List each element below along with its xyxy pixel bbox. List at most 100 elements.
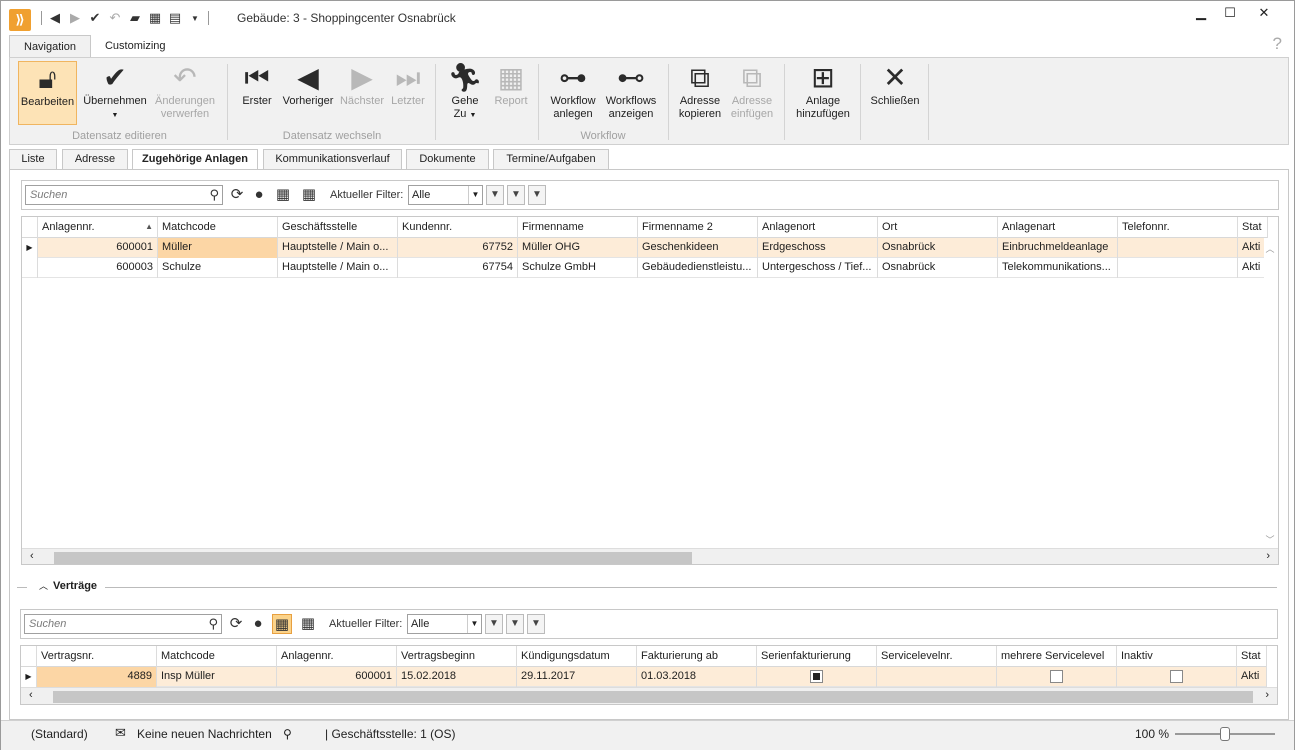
cell-anlagenort[interactable]: Untergeschoss / Tief... <box>758 258 878 278</box>
filter-clear-icon[interactable]: ▼ <box>527 614 545 634</box>
col-inaktiv[interactable]: Inaktiv <box>1117 646 1237 667</box>
edit-button[interactable]: 🔓︎ Bearbeiten <box>18 61 77 125</box>
report-button[interactable]: ▦ Report <box>490 61 532 125</box>
scroll-right-icon[interactable]: › <box>1266 550 1270 562</box>
scroll-left-icon[interactable]: ‹ <box>30 550 34 562</box>
discard-changes-button[interactable]: ↶ Änderungen verwerfen <box>152 61 218 125</box>
col-anlagennr[interactable]: Anlagennr. ▲ <box>38 217 158 238</box>
cell-matchcode[interactable]: Insp Müller <box>157 667 277 687</box>
help-icon[interactable]: ? <box>1273 34 1282 54</box>
first-button[interactable]: ⏮︎ Erster <box>236 61 278 125</box>
apply-button[interactable]: ✔ Übernehmen ▼ <box>80 61 150 125</box>
cell-anlagenart[interactable]: Einbruchmeldeanlage <box>998 238 1118 258</box>
building-icon[interactable]: ▦ <box>298 614 318 634</box>
cell-anlagennr[interactable]: 600001 <box>38 238 158 258</box>
tab-zugehoerige-anlagen[interactable]: Zugehörige Anlagen <box>132 149 258 170</box>
cell-firmenname-2[interactable]: Geschenkideen <box>638 238 758 258</box>
close-window-button[interactable]: ✕ <box>1249 5 1279 21</box>
tab-customizing[interactable]: Customizing <box>91 35 180 57</box>
filter-edit-icon[interactable]: ▼ <box>506 614 524 634</box>
refresh-icon[interactable]: ⟳ <box>226 614 246 634</box>
cell-ort[interactable]: Osnabrück <box>878 238 998 258</box>
cell-vertragsbeginn[interactable]: 15.02.2018 <box>397 667 517 687</box>
filter-select[interactable]: Alle ▼ <box>407 614 482 634</box>
scrollbar-thumb[interactable] <box>54 552 692 564</box>
tab-liste[interactable]: Liste <box>9 149 57 170</box>
col-ort[interactable]: Ort <box>878 217 998 238</box>
cell-servicelevelnr[interactable] <box>877 667 997 687</box>
cell-vertragsnr[interactable]: 4889 <box>37 667 157 687</box>
col-firmenname[interactable]: Firmenname <box>518 217 638 238</box>
close-button[interactable]: ✕ Schließen <box>868 61 922 125</box>
search-input[interactable]: Suchen ⚲ <box>24 614 222 634</box>
chat-icon[interactable]: ▰ <box>128 10 142 26</box>
tab-adresse[interactable]: Adresse <box>62 149 128 170</box>
cell-geschaeftsstelle[interactable]: Hauptstelle / Main o... <box>278 258 398 278</box>
cell-inaktiv[interactable] <box>1117 667 1237 687</box>
back-icon[interactable]: ◀ <box>48 10 62 26</box>
tab-dokumente[interactable]: Dokumente <box>406 149 489 170</box>
col-kuendigungsdatum[interactable]: Kündigungsdatum <box>517 646 637 667</box>
minimize-button[interactable]: ▁ <box>1186 5 1216 21</box>
cell-anlagenort[interactable]: Erdgeschoss <box>758 238 878 258</box>
cell-firmenname[interactable]: Schulze GmbH <box>518 258 638 278</box>
last-button[interactable]: ⏭︎ Letzter <box>388 61 428 125</box>
user-icon[interactable]: ● <box>249 185 269 205</box>
col-status[interactable]: Stat <box>1238 217 1268 238</box>
horizontal-scrollbar[interactable]: ‹ › <box>21 687 1277 704</box>
cell-kundennr[interactable]: 67754 <box>398 258 518 278</box>
cell-mehrere-servicelevel[interactable] <box>997 667 1117 687</box>
col-geschaeftsstelle[interactable]: Geschäftsstelle <box>278 217 398 238</box>
cell-status[interactable]: Akti <box>1237 667 1267 687</box>
goto-button[interactable]: 🏃︎ Gehe Zu ▼ <box>444 61 486 125</box>
col-firmenname-2[interactable]: Firmenname 2 <box>638 217 758 238</box>
col-vertragsnr[interactable]: Vertragsnr. <box>37 646 157 667</box>
col-matchcode[interactable]: Matchcode <box>157 646 277 667</box>
building-icon[interactable]: ▦ <box>299 185 319 205</box>
search-icon[interactable]: ⚲ <box>209 187 219 203</box>
col-servicelevelnr[interactable]: Servicelevelnr. <box>877 646 997 667</box>
cell-kundennr[interactable]: 67752 <box>398 238 518 258</box>
col-anlagenort[interactable]: Anlagenort <box>758 217 878 238</box>
create-workflow-button[interactable]: ⊶ Workflow anlegen <box>546 61 600 125</box>
cell-matchcode[interactable]: Schulze <box>158 258 278 278</box>
horizontal-scrollbar[interactable]: ‹ › <box>22 548 1278 564</box>
next-button[interactable]: ▶ Nächster <box>338 61 386 125</box>
scroll-down-icon[interactable]: ﹀ <box>1264 533 1276 546</box>
cell-serienfakturierung[interactable] <box>757 667 877 687</box>
tab-navigation[interactable]: Navigation <box>9 35 91 58</box>
table-row[interactable]: ▶ 600001 Müller Hauptstelle / Main o... … <box>22 238 1268 258</box>
cell-firmenname-2[interactable]: Gebäudedienstleistu... <box>638 258 758 278</box>
cell-anlagennr[interactable]: 600001 <box>277 667 397 687</box>
cell-anlagennr[interactable]: 600003 <box>38 258 158 278</box>
dropdown-icon[interactable]: ▼ <box>188 14 202 23</box>
col-anlagennr[interactable]: Anlagennr. <box>277 646 397 667</box>
search-icon[interactable]: ⚲ <box>283 727 292 741</box>
filter-icon[interactable]: ▼ <box>486 185 504 205</box>
messages-label[interactable]: Keine neuen Nachrichten <box>137 727 272 741</box>
scroll-right-icon[interactable]: › <box>1265 689 1269 701</box>
undo-icon[interactable]: ↶ <box>108 10 122 26</box>
search-input[interactable]: Suchen ⚲ <box>25 185 223 205</box>
tab-termine-aufgaben[interactable]: Termine/Aufgaben <box>493 149 609 170</box>
table-row[interactable]: ▶ 4889 Insp Müller 600001 15.02.2018 29.… <box>21 667 1267 687</box>
cell-firmenname[interactable]: Müller OHG <box>518 238 638 258</box>
contracts-section-header[interactable]: ︿ Verträge <box>9 579 1277 595</box>
refresh-icon[interactable]: ⟳ <box>227 185 247 205</box>
col-matchcode[interactable]: Matchcode <box>158 217 278 238</box>
check-icon[interactable]: ✔ <box>88 10 102 26</box>
add-system-button[interactable]: ⊞ Anlage hinzufügen <box>792 61 854 125</box>
cell-ort[interactable]: Osnabrück <box>878 258 998 278</box>
copy-address-button[interactable]: ⧉ Adresse kopieren <box>676 61 724 125</box>
col-status[interactable]: Stat <box>1237 646 1267 667</box>
col-fakturierung-ab[interactable]: Fakturierung ab <box>637 646 757 667</box>
cell-telefonnr[interactable] <box>1118 238 1238 258</box>
col-mehrere-servicelevel[interactable]: mehrere Servicelevel <box>997 646 1117 667</box>
profile-label[interactable]: (Standard) <box>31 727 88 741</box>
col-serienfakturierung[interactable]: Serienfakturierung <box>757 646 877 667</box>
scrollbar-thumb[interactable] <box>53 691 1253 703</box>
calendar-icon[interactable]: ▦ <box>148 10 162 26</box>
cell-matchcode[interactable]: Müller <box>158 238 278 258</box>
vertical-scrollbar[interactable]: ︿ ﹀ <box>1264 238 1276 548</box>
col-telefonnr[interactable]: Telefonnr. <box>1118 217 1238 238</box>
